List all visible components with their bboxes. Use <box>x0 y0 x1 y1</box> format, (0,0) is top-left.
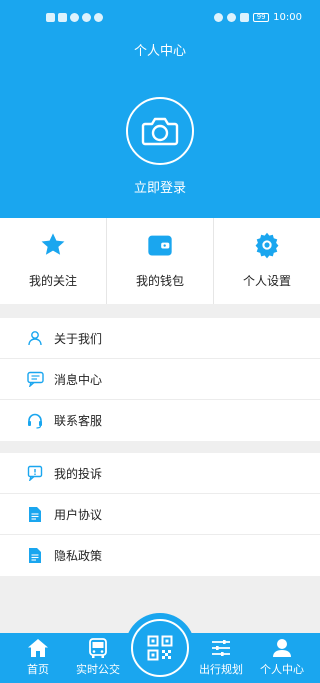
headset-icon <box>26 412 44 430</box>
my-follows-button[interactable]: 我的关注 <box>0 218 107 304</box>
about-us-label: 关于我们 <box>54 331 103 346</box>
notification-icon <box>70 13 79 22</box>
privacy-policy-item[interactable]: 隐私政策 <box>0 535 320 576</box>
customer-service-label: 联系客服 <box>54 414 103 428</box>
home-icon <box>27 637 49 659</box>
quick-actions: 我的关注 我的钱包 个人设置 <box>0 218 320 304</box>
user-agreement-label: 用户协议 <box>54 507 103 522</box>
complaint-icon <box>26 464 44 482</box>
status-right-icons: 99 10:00 <box>214 12 302 23</box>
personal-settings-button[interactable]: 个人设置 <box>214 218 320 304</box>
status-bar: 99 10:00 <box>0 0 320 36</box>
scan-qr-ring <box>131 619 189 677</box>
wallet-icon <box>145 230 175 260</box>
nav-trip-planning[interactable]: 出行规划 <box>189 633 253 683</box>
message-center-item[interactable]: 消息中心 <box>0 359 320 400</box>
star-icon <box>38 230 68 260</box>
nav-home[interactable]: 首页 <box>6 633 70 683</box>
user-agreement-item[interactable]: 用户协议 <box>0 494 320 535</box>
bluetooth-icon <box>214 13 224 22</box>
my-complaints-label: 我的投诉 <box>54 466 103 481</box>
nav-profile[interactable]: 个人中心 <box>250 633 314 683</box>
avatar[interactable] <box>126 97 194 165</box>
my-follows-label: 我的关注 <box>28 274 77 288</box>
signal-icon <box>58 13 67 22</box>
login-button[interactable]: 立即登录 <box>0 177 320 196</box>
qr-code-icon <box>147 635 173 661</box>
bus-icon <box>87 637 109 659</box>
person-icon <box>26 329 44 347</box>
document-icon <box>26 505 44 523</box>
nav-realtime-label: 实时公交 <box>76 663 120 676</box>
status-left-icons <box>46 13 103 22</box>
scan-qr-button[interactable] <box>125 613 195 683</box>
profile-header: 99 10:00 个人中心 立即登录 <box>0 0 320 218</box>
battery-icon: 99 <box>253 13 270 22</box>
search-icon <box>82 13 91 22</box>
sliders-icon <box>210 637 232 659</box>
chat-icon <box>26 370 44 388</box>
user-icon <box>271 637 293 659</box>
status-time: 10:00 <box>273 12 302 23</box>
nav-home-label: 首页 <box>27 663 49 676</box>
page-title: 个人中心 <box>133 44 186 59</box>
vibrate-icon <box>240 13 250 22</box>
nav-profile-label: 个人中心 <box>260 663 304 676</box>
menu-group-2: 我的投诉 用户协议 隐私政策 <box>0 453 320 576</box>
nav-trip-label: 出行规划 <box>199 663 243 676</box>
gear-icon <box>252 230 282 260</box>
camera-icon <box>141 117 179 146</box>
my-complaints-item[interactable]: 我的投诉 <box>0 453 320 494</box>
message-icon <box>94 13 103 22</box>
hd-icon <box>46 13 55 22</box>
my-wallet-button[interactable]: 我的钱包 <box>107 218 214 304</box>
about-us-item[interactable]: 关于我们 <box>0 318 320 359</box>
message-center-label: 消息中心 <box>54 372 103 387</box>
privacy-policy-label: 隐私政策 <box>54 549 103 563</box>
nav-realtime-bus[interactable]: 实时公交 <box>66 633 130 683</box>
customer-service-item[interactable]: 联系客服 <box>0 400 320 441</box>
my-wallet-label: 我的钱包 <box>135 274 184 288</box>
location-icon <box>227 13 237 22</box>
personal-settings-label: 个人设置 <box>242 274 291 288</box>
document-icon <box>26 547 44 565</box>
menu-group-1: 关于我们 消息中心 联系客服 <box>0 318 320 441</box>
